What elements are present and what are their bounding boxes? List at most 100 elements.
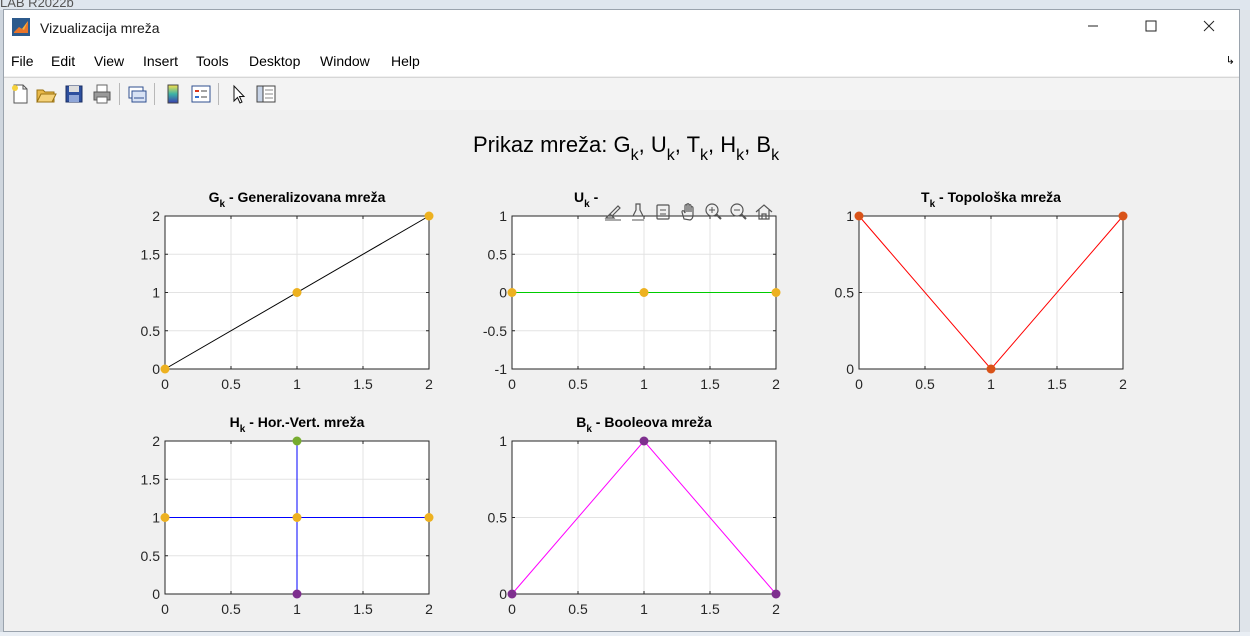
y-tick-label: 0 [152,586,160,602]
subplot-title-part: B [576,414,586,430]
figure-title-part: , U [639,132,667,157]
close-button[interactable] [1180,10,1238,46]
new-figure-icon[interactable] [8,82,32,106]
x-tick-label: 0 [508,376,516,392]
subplot-5: 0 0.5 1 1.5 2 0 0.5 1 Bk - Booleova mreža [488,414,781,617]
subplot-title-part: - [590,189,599,205]
data-point [424,513,434,522]
figure-title-part: k [771,147,780,164]
data-point [292,513,302,522]
x-tick-label: 1 [640,601,648,617]
x-tick-label: 2 [1119,376,1127,392]
x-tick-label: 1 [293,376,301,392]
close-icon [1203,19,1215,37]
x-tick-label: 1.5 [1047,376,1067,392]
y-tick-label: 2 [152,208,160,224]
y-tick-label: 1 [499,208,507,224]
menu-edit[interactable]: Edit [51,53,75,69]
figure-title-part: , T [675,132,700,157]
y-tick-label: 1 [499,433,507,449]
subplot-title-part: - Booleova mreža [592,414,712,430]
legend-icon[interactable] [189,82,213,106]
x-tick-label: 1 [987,376,995,392]
dock-arrow-icon[interactable]: ↳ [1226,54,1235,67]
link-plot-icon[interactable] [125,82,149,106]
maximize-button[interactable] [1122,10,1180,46]
y-tick-label: -0.5 [483,323,507,339]
data-point [771,589,781,599]
open-file-icon[interactable] [34,82,58,106]
figure-title-part: , H [708,132,736,157]
toolbar-separator [154,83,155,105]
save-icon[interactable] [62,82,86,106]
minimize-button[interactable] [1064,10,1122,46]
menu-help[interactable]: Help [391,53,420,69]
subplot-4: 0 0.5 1 1.5 2 0 0.5 1 1.5 2 Hk - Hor.-Vert. mreža [141,414,434,617]
x-tick-label: 0 [508,601,516,617]
y-tick-label: 1 [152,285,160,301]
subplot-2: 0 0.5 1 1.5 2 -1 -0.5 0 0.5 1 Uk - [483,189,781,392]
y-tick-label: 0 [152,361,160,377]
y-tick-label: 0.5 [488,510,508,526]
x-tick-label: 0.5 [568,601,588,617]
toolbar-separator [119,83,120,105]
x-tick-label: 0 [855,376,863,392]
window-title: Vizualizacija mreža [40,20,160,36]
x-tick-label: 0.5 [568,376,588,392]
data-point [292,589,302,599]
minimize-icon [1087,19,1099,37]
subplot-title-part: - Hor.-Vert. mreža [245,414,364,430]
data-point [854,211,864,221]
y-tick-label: 0.5 [488,246,508,262]
menu-desktop[interactable]: Desktop [249,53,300,69]
subplot-title: Tk - Topološka mreža [921,189,1061,210]
colorbar-icon[interactable] [161,82,185,106]
subplot-title: Hk - Hor.-Vert. mreža [230,414,365,435]
menu-tools[interactable]: Tools [196,53,229,69]
x-tick-label: 1 [293,601,301,617]
background-right-edge [1240,10,1250,632]
y-tick-label: 1 [152,510,160,526]
data-point [1118,211,1128,221]
subplot-3: 0 0.5 1 1.5 2 0 0.5 1 Tk - Topološka mreža [835,189,1128,392]
data-point [160,364,170,374]
x-tick-label: 2 [425,376,433,392]
property-inspector-icon[interactable] [254,82,278,106]
subplot-title-part: H [230,414,240,430]
figure-window: Vizualizacija mreža File Edit View Inser… [3,9,1240,632]
x-tick-label: 2 [425,601,433,617]
y-tick-label: 0 [499,285,507,301]
data-point [424,211,434,221]
x-tick-label: 1.5 [700,376,720,392]
print-icon[interactable] [90,82,114,106]
x-tick-label: 0 [161,601,169,617]
y-tick-label: 0.5 [835,285,855,301]
subplot-title: Gk - Generalizovana mreža [209,189,386,210]
y-tick-label: 0 [499,586,507,602]
menu-window[interactable]: Window [320,53,370,69]
subplot-1: 0 0.5 1 1.5 2 0 0.5 1 1.5 2 Gk - Generalizovana mr… [141,189,434,392]
menu-insert[interactable]: Insert [143,53,178,69]
menu-bar: File Edit View Insert Tools Desktop Wind… [4,46,1239,76]
x-tick-label: 0.5 [915,376,935,392]
data-point [771,288,781,297]
menu-view[interactable]: View [94,53,124,69]
x-tick-label: 0.5 [221,376,241,392]
y-tick-label: 0.5 [141,548,161,564]
y-tick-label: 2 [152,433,160,449]
edit-plot-icon[interactable] [226,82,250,106]
x-tick-label: 0.5 [221,601,241,617]
y-tick-label: 1.5 [141,246,161,262]
figure-title: Prikaz mreža: Gk, Uk, Tk, Hk, Bk [473,132,780,164]
data-point [986,364,996,374]
maximize-icon [1145,19,1157,37]
menu-file[interactable]: File [11,53,34,69]
figure-toolbar [4,77,1239,111]
data-point [292,436,302,446]
y-tick-label: 1 [846,208,854,224]
title-bar: Vizualizacija mreža [4,10,1239,46]
matlab-logo-icon [12,18,30,36]
figure-title-part: Prikaz mreža: G [473,132,631,157]
x-tick-label: 1.5 [700,601,720,617]
x-tick-label: 2 [772,601,780,617]
